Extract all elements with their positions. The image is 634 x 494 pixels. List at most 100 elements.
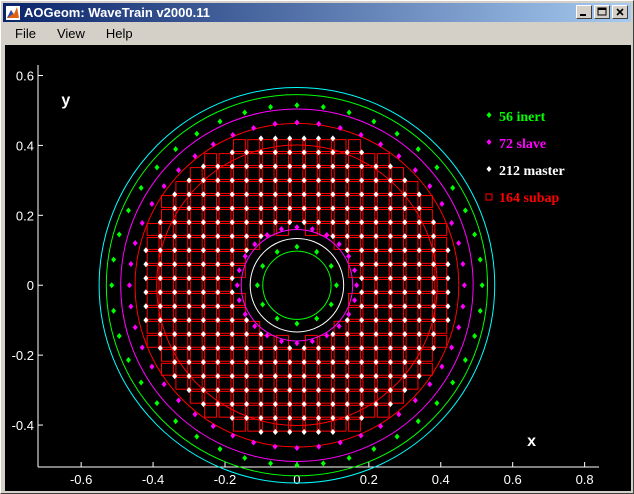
menu-help[interactable]: Help: [94, 26, 142, 41]
inert-actuator: [294, 102, 300, 109]
subap-square: [276, 404, 289, 418]
subap-square: [348, 237, 361, 250]
slave-actuator: [272, 443, 278, 450]
slave-actuator: [352, 267, 358, 274]
slave-actuator: [316, 443, 322, 450]
inert-actuator: [274, 315, 280, 322]
inert-actuator: [415, 146, 421, 153]
subap-square: [218, 404, 232, 418]
subap-square: [218, 181, 232, 194]
menu-view[interactable]: View: [45, 26, 94, 41]
plot-area[interactable]: -0.6 -0.4 -0.2 0 0.2 0.4 0.6 0.8 -0.4 -0.2 0 0.2 0.4…: [5, 45, 631, 491]
subap-square: [405, 181, 419, 194]
subap-square: [247, 376, 261, 390]
title-bar[interactable]: AOGeom: WaveTrain v2000.11: [3, 3, 631, 22]
slave-actuator: [439, 200, 445, 207]
subap-square: [391, 306, 405, 320]
inert-actuator: [111, 307, 117, 314]
subap-square: [161, 278, 174, 292]
legend: 56 inert 72 slave 212 master 164 subap: [485, 110, 565, 206]
subap-square: [362, 390, 376, 404]
minimize-icon: [580, 14, 586, 16]
subap-square: [376, 334, 390, 348]
close-button[interactable]: [612, 5, 628, 19]
subap-square: [146, 250, 160, 264]
subap-square: [189, 390, 203, 404]
subap-square: [434, 320, 448, 334]
subap-square: [204, 362, 218, 376]
subap-square: [419, 209, 433, 222]
menu-file[interactable]: File: [3, 26, 45, 41]
caption-buttons: [574, 5, 628, 19]
x-tick-label: 0.8: [576, 472, 594, 487]
subap-square: [391, 195, 405, 208]
subap-square: [261, 348, 275, 362]
slave-actuator: [427, 183, 433, 190]
subap-square: [218, 334, 232, 348]
subap-square: [247, 195, 261, 208]
inert-actuator: [477, 307, 483, 314]
subap-square: [232, 195, 246, 208]
subap-square: [189, 223, 203, 236]
inert-actuator: [194, 433, 200, 440]
subap-square: [348, 167, 361, 180]
subap-square: [391, 278, 405, 292]
maximize-button[interactable]: [594, 5, 610, 19]
inert-actuator: [479, 282, 485, 289]
subap-square: [362, 264, 376, 278]
inert-actuator: [194, 130, 200, 137]
inert-actuator: [125, 357, 131, 364]
subap-square: [247, 223, 261, 236]
subap-square: [376, 181, 390, 194]
inert-actuator: [294, 243, 300, 250]
slave-actuator: [272, 120, 278, 127]
subap-square: [434, 306, 448, 320]
subap-square: [419, 250, 433, 264]
slave-actuator: [236, 267, 242, 274]
subap-square: [419, 278, 433, 292]
inert-actuator: [462, 357, 468, 364]
subap-square: [218, 320, 232, 334]
subap-square: [276, 209, 289, 222]
inert-actuator: [109, 282, 115, 289]
subap-square: [276, 181, 289, 194]
slave-actuator: [234, 282, 240, 289]
inert-actuator: [472, 332, 478, 339]
subap-square: [232, 376, 246, 390]
slave-actuator: [242, 253, 248, 260]
aperture-plot[interactable]: -0.6 -0.4 -0.2 0 0.2 0.4 0.6 0.8 -0.4 -0.2 0 0.2 0.4…: [5, 45, 631, 491]
subap-square: [247, 139, 261, 152]
subap-square: [333, 139, 347, 152]
subap-square: [362, 348, 376, 362]
subap-square: [333, 376, 347, 390]
y-tick-label: 0.2: [16, 208, 34, 223]
slave-actuator: [161, 381, 167, 388]
subap-square: [333, 362, 347, 376]
subap-square: [319, 362, 333, 376]
aperture-circle: [156, 144, 438, 426]
y-tick-label: 0: [27, 278, 34, 293]
subap-square: [161, 362, 174, 376]
y-tick-label: 0.6: [16, 68, 34, 83]
slave-actuator: [210, 423, 216, 430]
inert-actuator: [462, 207, 468, 214]
slave-actuator: [128, 260, 134, 267]
subap-square: [204, 223, 218, 236]
subap-square: [362, 153, 376, 166]
subap-square: [232, 209, 246, 222]
subap-square: [204, 278, 218, 292]
subap-square: [348, 376, 361, 390]
subap-square: [161, 250, 174, 264]
maximize-icon: [597, 7, 607, 16]
legend-marker: [486, 166, 492, 172]
subap-square: [304, 348, 318, 362]
subap-square: [261, 362, 275, 376]
subap-square: [175, 376, 189, 390]
slave-actuator: [449, 344, 455, 351]
subap-square: [232, 334, 246, 348]
slave-actuator: [139, 344, 145, 351]
subap-square: [290, 390, 304, 404]
inert-actuator: [217, 445, 223, 452]
minimize-button[interactable]: [576, 5, 592, 19]
subap-square: [161, 348, 174, 362]
